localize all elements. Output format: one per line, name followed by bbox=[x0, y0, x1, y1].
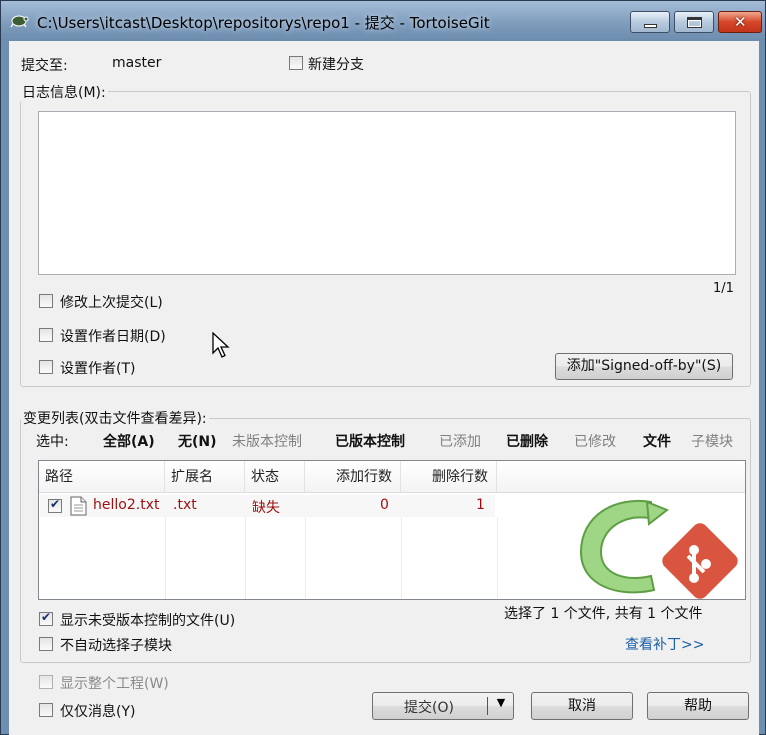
add-signed-off-by-button[interactable]: 添加"Signed-off-by"(S) bbox=[555, 353, 733, 380]
show-whole-project-checkbox[interactable] bbox=[39, 675, 53, 689]
message-only-label: 仅仅消息(Y) bbox=[60, 704, 136, 720]
column-divider bbox=[401, 517, 402, 599]
maximize-icon bbox=[687, 17, 702, 28]
message-group-label: 日志信息(M): bbox=[20, 82, 108, 102]
no-autoselect-submodules-label: 不自动选择子模块 bbox=[60, 638, 172, 654]
message-only-checkbox[interactable] bbox=[39, 703, 53, 717]
column-header-lines-deleted[interactable]: 删除行数 bbox=[401, 461, 497, 493]
filter-none[interactable]: 无(N) bbox=[178, 431, 217, 451]
filter-versioned[interactable]: 已版本控制 bbox=[335, 431, 405, 451]
filter-modified[interactable]: 已修改 bbox=[574, 431, 616, 451]
select-label: 选中: bbox=[36, 434, 69, 450]
file-status: 缺失 bbox=[252, 500, 280, 516]
new-branch-checkbox[interactable] bbox=[289, 56, 303, 70]
minimize-button[interactable] bbox=[630, 11, 670, 33]
title-bar[interactable]: C:\Users\itcast\Desktop\repositorys\repo… bbox=[1, 1, 765, 41]
show-whole-project-label: 显示整个工程(W) bbox=[60, 676, 169, 692]
file-list[interactable]: 路径 扩展名 状态 添加行数 删除行数 hello2.txt .txt 缺失 0… bbox=[38, 460, 746, 600]
set-author-date-checkbox[interactable] bbox=[39, 328, 53, 342]
no-autoselect-submodules-checkbox[interactable] bbox=[39, 637, 53, 651]
split-divider bbox=[487, 697, 488, 715]
column-header-extension[interactable]: 扩展名 bbox=[165, 461, 245, 493]
column-divider bbox=[497, 517, 498, 599]
new-branch-label: 新建分支 bbox=[308, 57, 364, 73]
column-header-path[interactable]: 路径 bbox=[39, 461, 165, 493]
close-icon: ✕ bbox=[734, 13, 747, 31]
filter-files[interactable]: 文件 bbox=[643, 431, 671, 451]
window-title: C:\Users\itcast\Desktop\repositorys\repo… bbox=[37, 14, 490, 32]
commit-dialog-window: C:\Users\itcast\Desktop\repositorys\repo… bbox=[0, 0, 766, 735]
column-divider bbox=[305, 517, 306, 599]
set-author-label: 设置作者(T) bbox=[60, 361, 136, 377]
view-patch-link[interactable]: 查看补丁>> bbox=[625, 634, 704, 654]
set-author-checkbox[interactable] bbox=[39, 360, 53, 374]
help-button[interactable]: 帮助 bbox=[647, 692, 749, 720]
message-textarea[interactable] bbox=[38, 111, 736, 275]
file-path: hello2.txt bbox=[93, 497, 160, 513]
filter-added[interactable]: 已添加 bbox=[439, 431, 481, 451]
mouse-cursor-icon bbox=[212, 332, 230, 358]
filter-deleted[interactable]: 已删除 bbox=[506, 431, 548, 451]
tortoisegit-app-icon bbox=[10, 15, 29, 28]
column-header-status[interactable]: 状态 bbox=[245, 461, 305, 493]
file-lines-deleted: 1 bbox=[476, 497, 485, 513]
commit-to-label: 提交至: bbox=[21, 58, 68, 74]
maximize-button[interactable] bbox=[674, 11, 714, 33]
cancel-button[interactable]: 取消 bbox=[531, 692, 633, 720]
amend-label: 修改上次提交(L) bbox=[60, 295, 163, 311]
file-lines-added: 0 bbox=[380, 497, 389, 513]
amend-checkbox[interactable] bbox=[39, 294, 53, 308]
message-counter: 1/1 bbox=[713, 281, 734, 296]
column-header-filler bbox=[497, 461, 745, 493]
file-select-checkbox[interactable] bbox=[48, 497, 62, 513]
column-divider bbox=[245, 517, 246, 599]
text-file-icon bbox=[70, 496, 87, 516]
show-unversioned-checkbox[interactable] bbox=[39, 610, 53, 626]
tortoisegit-logo-icon bbox=[579, 500, 738, 599]
column-header-lines-added[interactable]: 添加行数 bbox=[305, 461, 401, 493]
chevron-down-icon[interactable]: ▼ bbox=[492, 696, 510, 709]
file-selection-summary: 选择了 1 个文件, 共有 1 个文件 bbox=[504, 606, 703, 622]
commit-split-button[interactable]: 提交(O) ▼ bbox=[372, 692, 514, 720]
show-unversioned-label: 显示未受版本控制的文件(U) bbox=[60, 613, 236, 629]
minimize-icon bbox=[644, 24, 657, 28]
table-row[interactable]: hello2.txt .txt 缺失 0 1 bbox=[40, 495, 495, 517]
filter-all[interactable]: 全部(A) bbox=[103, 431, 155, 451]
set-author-date-label: 设置作者日期(D) bbox=[60, 329, 166, 345]
changes-group-label: 变更列表(双击文件查看差异): bbox=[21, 408, 209, 428]
dialog-body: 提交至: master 新建分支 日志信息(M): 1/1 修改上次提交(L) … bbox=[9, 41, 759, 735]
branch-name: master bbox=[112, 55, 162, 71]
file-extension: .txt bbox=[173, 497, 197, 513]
commit-button-label[interactable]: 提交(O) bbox=[373, 697, 485, 717]
filter-submodules[interactable]: 子模块 bbox=[691, 431, 733, 451]
close-button[interactable]: ✕ bbox=[718, 11, 762, 33]
column-divider bbox=[165, 517, 166, 599]
filter-unversioned[interactable]: 未版本控制 bbox=[232, 431, 302, 451]
